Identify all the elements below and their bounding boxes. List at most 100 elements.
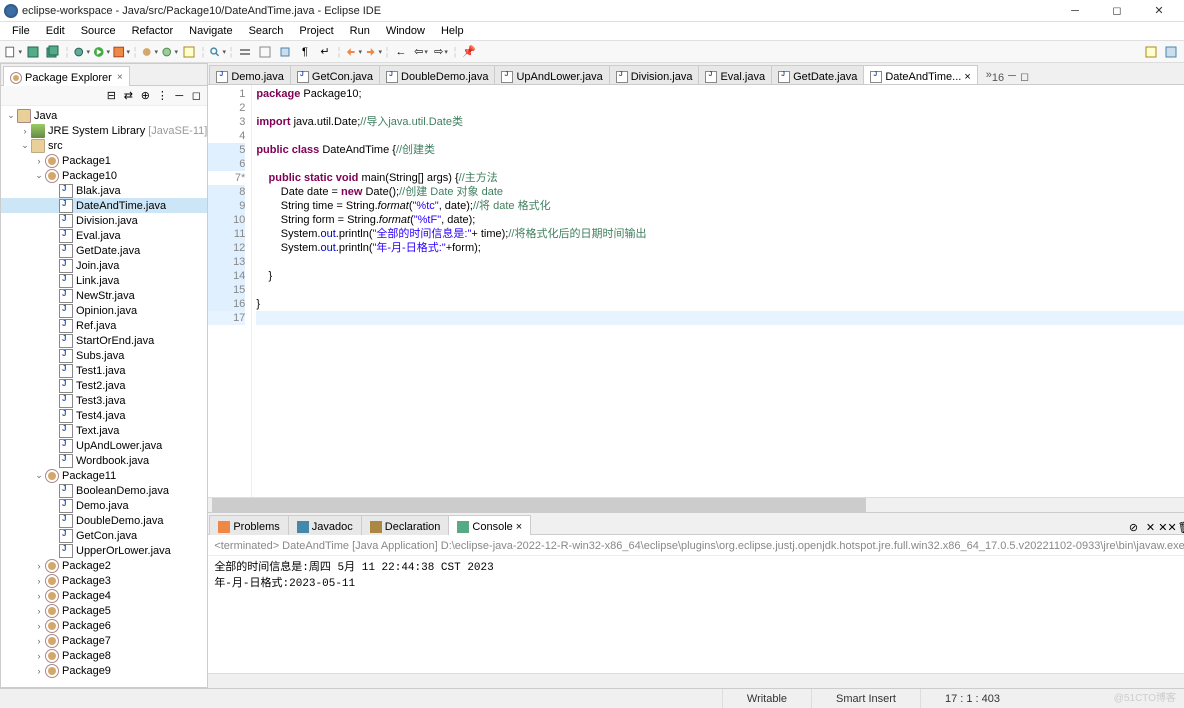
tab-overflow[interactable]: »16─◻	[982, 69, 1033, 84]
tree-package7[interactable]: ›Package7	[1, 633, 207, 648]
java-perspective-icon[interactable]	[1162, 44, 1180, 60]
tree-src[interactable]: ⌄src	[1, 138, 207, 153]
menu-edit[interactable]: Edit	[38, 23, 73, 39]
menu-window[interactable]: Window	[378, 23, 433, 39]
open-perspective-icon[interactable]	[1142, 44, 1160, 60]
close-icon[interactable]: ×	[117, 72, 123, 83]
prev-annotation-icon[interactable]: ▾	[344, 44, 362, 60]
tree-package2[interactable]: ›Package2	[1, 558, 207, 573]
editor-tab-division-java[interactable]: Division.java	[609, 65, 700, 85]
open-type-icon[interactable]	[180, 44, 198, 60]
menu-help[interactable]: Help	[433, 23, 472, 39]
search-icon[interactable]: ▾	[208, 44, 226, 60]
close-icon[interactable]: ×	[516, 521, 522, 533]
tree-text-java[interactable]: Text.java	[1, 423, 207, 438]
tree-newstr-java[interactable]: NewStr.java	[1, 288, 207, 303]
tree-demo-java[interactable]: Demo.java	[1, 498, 207, 513]
tree-package11[interactable]: ⌄Package11	[1, 468, 207, 483]
editor-tab-eval-java[interactable]: Eval.java	[698, 65, 772, 85]
maximize-panel-icon[interactable]: ◻	[189, 89, 203, 103]
editor-tab-getdate-java[interactable]: GetDate.java	[771, 65, 864, 85]
view-menu-icon[interactable]: ⋮	[155, 89, 169, 103]
line-gutter[interactable]: 1234567*891011121314151617	[208, 85, 252, 497]
pin-icon[interactable]: 📌	[460, 44, 478, 60]
tree-package5[interactable]: ›Package5	[1, 603, 207, 618]
tree-getcon-java[interactable]: GetCon.java	[1, 528, 207, 543]
tree-doubledemo-java[interactable]: DoubleDemo.java	[1, 513, 207, 528]
menu-file[interactable]: File	[4, 23, 38, 39]
tree-test4-java[interactable]: Test4.java	[1, 408, 207, 423]
minimize-panel-icon[interactable]: ─	[172, 89, 186, 103]
new-icon[interactable]: ▾	[4, 44, 22, 60]
menu-navigate[interactable]: Navigate	[181, 23, 240, 39]
tree-booleandemo-java[interactable]: BooleanDemo.java	[1, 483, 207, 498]
menu-refactor[interactable]: Refactor	[124, 23, 182, 39]
tree-blak-java[interactable]: Blak.java	[1, 183, 207, 198]
tree-package3[interactable]: ›Package3	[1, 573, 207, 588]
tree-test3-java[interactable]: Test3.java	[1, 393, 207, 408]
menu-source[interactable]: Source	[73, 23, 124, 39]
bottom-tab-console[interactable]: Console×	[448, 515, 531, 535]
terminate-icon[interactable]: ⊘	[1127, 520, 1141, 534]
run-icon[interactable]: ▾	[92, 44, 110, 60]
tree-package4[interactable]: ›Package4	[1, 588, 207, 603]
editor[interactable]: 1234567*891011121314151617 package Packa…	[208, 85, 1184, 497]
new-package-icon[interactable]: ▾	[140, 44, 158, 60]
tree-startorend-java[interactable]: StartOrEnd.java	[1, 333, 207, 348]
tree-subs-java[interactable]: Subs.java	[1, 348, 207, 363]
tree-wordbook-java[interactable]: Wordbook.java	[1, 453, 207, 468]
editor-tab-doubledemo-java[interactable]: DoubleDemo.java	[379, 65, 495, 85]
maximize-button[interactable]: ◻	[1096, 0, 1138, 22]
tree-dateandtime-java[interactable]: DateAndTime.java	[1, 198, 207, 213]
editor-tab-getcon-java[interactable]: GetCon.java	[290, 65, 380, 85]
tab-package-explorer[interactable]: Package Explorer ×	[3, 66, 130, 86]
tree-link-java[interactable]: Link.java	[1, 273, 207, 288]
mark-occurrences-icon[interactable]	[256, 44, 274, 60]
wrap-icon[interactable]: ↵	[316, 44, 334, 60]
toggle-breadcrumb-icon[interactable]	[236, 44, 254, 60]
new-class-icon[interactable]: ▾	[160, 44, 178, 60]
remove-launch-icon[interactable]: ✕	[1144, 520, 1158, 534]
show-whitespace-icon[interactable]: ¶	[296, 44, 314, 60]
editor-tab-dateandtime-[interactable]: DateAndTime...×	[863, 65, 977, 85]
tree-package10[interactable]: ⌄Package10	[1, 168, 207, 183]
collapse-all-icon[interactable]: ⊟	[104, 89, 118, 103]
menu-run[interactable]: Run	[342, 23, 378, 39]
next-annotation-icon[interactable]: ▾	[364, 44, 382, 60]
tree-package6[interactable]: ›Package6	[1, 618, 207, 633]
bottom-tab-problems[interactable]: Problems	[209, 515, 288, 535]
package-tree[interactable]: ⌄Java›JRE System Library[JavaSE-11]⌄src›…	[1, 106, 207, 687]
minimize-editor-icon[interactable]: ─	[1008, 70, 1016, 82]
save-icon[interactable]	[24, 44, 42, 60]
menu-project[interactable]: Project	[291, 23, 341, 39]
coverage-icon[interactable]: ▾	[112, 44, 130, 60]
debug-icon[interactable]: ▾	[72, 44, 90, 60]
tree-jre-system-library[interactable]: ›JRE System Library[JavaSE-11]	[1, 123, 207, 138]
tree-getdate-java[interactable]: GetDate.java	[1, 243, 207, 258]
bottom-tab-javadoc[interactable]: Javadoc	[288, 515, 362, 535]
editor-tab-upandlower-java[interactable]: UpAndLower.java	[494, 65, 609, 85]
bottom-tab-declaration[interactable]: Declaration	[361, 515, 450, 535]
block-selection-icon[interactable]	[276, 44, 294, 60]
tree-java[interactable]: ⌄Java	[1, 108, 207, 123]
code-content[interactable]: package Package10; import java.util.Date…	[252, 85, 1184, 497]
menu-search[interactable]: Search	[241, 23, 292, 39]
tree-join-java[interactable]: Join.java	[1, 258, 207, 273]
tree-test2-java[interactable]: Test2.java	[1, 378, 207, 393]
forward-icon[interactable]: ⇨▾	[432, 44, 450, 60]
save-all-icon[interactable]	[44, 44, 62, 60]
tree-upperorlower-java[interactable]: UpperOrLower.java	[1, 543, 207, 558]
tree-package1[interactable]: ›Package1	[1, 153, 207, 168]
tree-eval-java[interactable]: Eval.java	[1, 228, 207, 243]
remove-all-icon[interactable]: ✕✕	[1161, 520, 1175, 534]
close-icon[interactable]: ×	[964, 71, 970, 83]
tree-package8[interactable]: ›Package8	[1, 648, 207, 663]
clear-console-icon[interactable]: 🗑	[1178, 520, 1184, 534]
tree-upandlower-java[interactable]: UpAndLower.java	[1, 438, 207, 453]
tree-opinion-java[interactable]: Opinion.java	[1, 303, 207, 318]
tree-ref-java[interactable]: Ref.java	[1, 318, 207, 333]
console-hscroll[interactable]	[208, 673, 1184, 688]
back-icon[interactable]: ⇦▾	[412, 44, 430, 60]
close-button[interactable]: ✕	[1138, 0, 1180, 22]
minimize-button[interactable]: ─	[1054, 0, 1096, 22]
